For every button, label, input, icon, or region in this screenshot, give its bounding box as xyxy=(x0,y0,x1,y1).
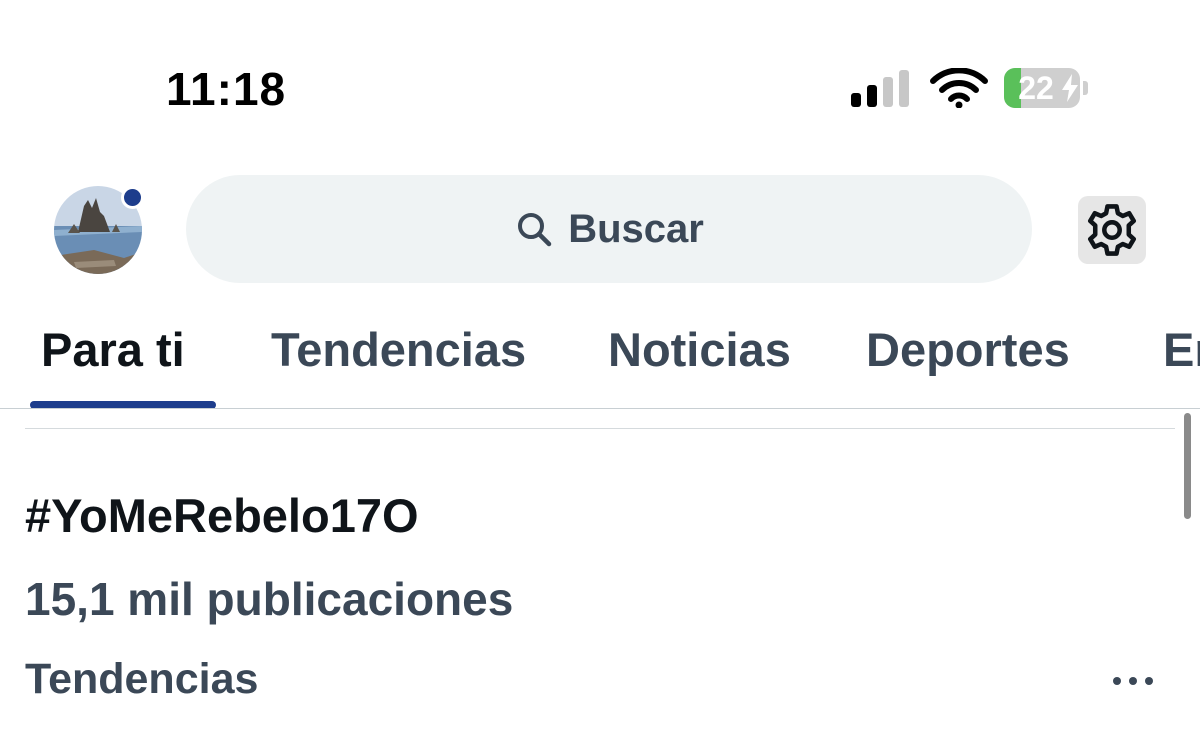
battery-indicator: 22 xyxy=(1004,68,1088,108)
tab-para-ti[interactable]: Para ti xyxy=(41,320,185,380)
signal-bar xyxy=(899,70,909,107)
tabs-divider xyxy=(0,408,1200,409)
signal-bar xyxy=(867,85,877,107)
notification-dot xyxy=(121,186,144,209)
more-dot xyxy=(1145,677,1153,685)
trend-category: Tendencias xyxy=(25,655,259,703)
signal-bar xyxy=(851,93,861,107)
more-dot xyxy=(1129,677,1137,685)
wifi-icon xyxy=(930,68,988,108)
more-options-button[interactable] xyxy=(1108,660,1158,700)
search-icon xyxy=(518,213,552,247)
charging-bolt-icon xyxy=(1062,74,1078,102)
battery-nub xyxy=(1083,81,1088,95)
tab-tendencias[interactable]: Tendencias xyxy=(271,320,526,380)
trend-title[interactable]: #YoMeRebelo17O xyxy=(25,488,419,543)
scrollbar[interactable] xyxy=(1184,413,1191,519)
gear-icon xyxy=(1087,204,1137,256)
trend-post-count: 15,1 mil publicaciones xyxy=(25,573,514,625)
tab-noticias[interactable]: Noticias xyxy=(608,320,791,380)
search-label: Buscar xyxy=(568,206,704,251)
content-divider xyxy=(25,428,1175,429)
signal-bar xyxy=(883,77,893,107)
tab-entretenimiento[interactable]: En xyxy=(1163,320,1200,380)
settings-button[interactable] xyxy=(1078,196,1146,264)
status-time: 11:18 xyxy=(166,63,287,115)
battery-body: 22 xyxy=(1004,68,1080,108)
cellular-signal-icon xyxy=(851,70,911,107)
more-dot xyxy=(1113,677,1121,685)
battery-percent: 22 xyxy=(1018,70,1054,106)
search-bar[interactable]: Buscar xyxy=(186,175,1032,283)
tab-deportes[interactable]: Deportes xyxy=(866,320,1070,380)
